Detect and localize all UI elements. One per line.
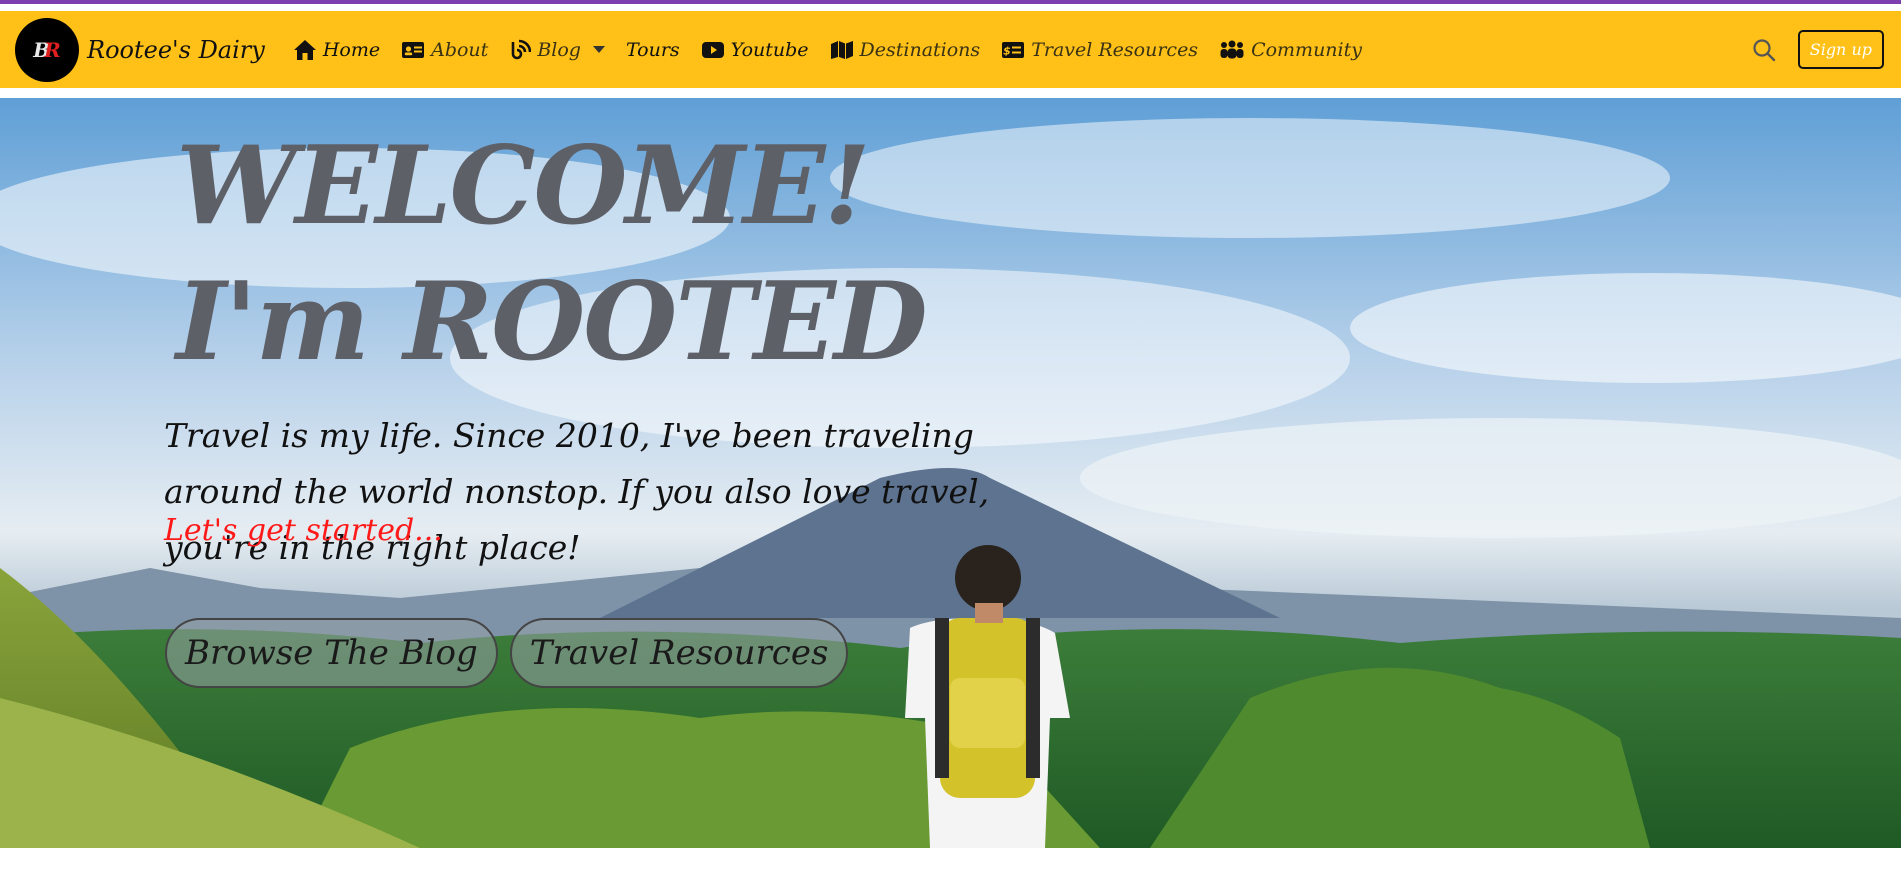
- nav-blog-label: Blog: [537, 38, 581, 61]
- nav-community-label: Community: [1251, 38, 1362, 61]
- money-card-icon: $: [1002, 41, 1025, 58]
- nav-blog[interactable]: Blog: [509, 39, 605, 61]
- hero-banner: WELCOME! I'm ROOTED Travel is my life. S…: [0, 98, 1901, 848]
- nav-tours[interactable]: Tours: [626, 39, 680, 61]
- users-icon: [1220, 40, 1244, 58]
- chevron-down-icon: [592, 46, 605, 53]
- nav-tours-label: Tours: [625, 38, 680, 61]
- hero-description: Travel is my life. Since 2010, I've been…: [164, 416, 990, 567]
- map-icon: [830, 40, 853, 59]
- nav-community[interactable]: Community: [1219, 39, 1362, 61]
- svg-text:$: $: [1003, 44, 1011, 57]
- search-icon: [1753, 38, 1775, 61]
- hero-title: WELCOME! I'm ROOTED: [176, 118, 928, 390]
- hero-cta-text: Let's get started...: [164, 513, 443, 548]
- main-nav: Home About Blog Tours Youtube Destinatio…: [293, 39, 1383, 61]
- nav-home-label: Home: [322, 38, 381, 61]
- hero-title-line-2: I'm ROOTED: [176, 259, 928, 385]
- hero-title-line-1: WELCOME!: [176, 123, 871, 249]
- search-button[interactable]: [1752, 38, 1776, 62]
- navbar: B R Rootee's Dairy Home About Blog Tours…: [0, 11, 1901, 88]
- nav-about[interactable]: About: [401, 39, 488, 61]
- brand[interactable]: B R Rootee's Dairy: [15, 17, 265, 82]
- nav-home[interactable]: Home: [293, 39, 380, 61]
- blog-icon: [512, 39, 532, 59]
- nav-destinations-label: Destinations: [859, 38, 981, 61]
- home-icon: [293, 39, 316, 60]
- navbar-actions: Sign up: [1752, 11, 1884, 88]
- nav-destinations[interactable]: Destinations: [830, 38, 981, 61]
- logo-letter-r: R: [44, 37, 61, 62]
- travel-resources-button[interactable]: Travel Resources: [509, 618, 849, 688]
- top-accent-line: [0, 0, 1901, 4]
- browse-blog-button[interactable]: Browse The Blog: [165, 618, 498, 688]
- nav-about-label: About: [431, 38, 489, 61]
- hero-buttons: Browse The Blog Travel Resources: [165, 618, 860, 688]
- nav-travel-resources[interactable]: $ Travel Resources: [1001, 39, 1198, 61]
- id-card-icon: [402, 41, 425, 58]
- nav-youtube[interactable]: Youtube: [701, 39, 809, 61]
- page-bottom-area: [0, 848, 1901, 872]
- brand-logo[interactable]: B R: [15, 17, 79, 82]
- brand-name[interactable]: Rootee's Dairy: [87, 36, 265, 64]
- nav-travel-resources-label: Travel Resources: [1031, 38, 1199, 61]
- nav-youtube-label: Youtube: [730, 38, 809, 61]
- youtube-icon: [701, 41, 724, 58]
- signup-button[interactable]: Sign up: [1797, 30, 1884, 69]
